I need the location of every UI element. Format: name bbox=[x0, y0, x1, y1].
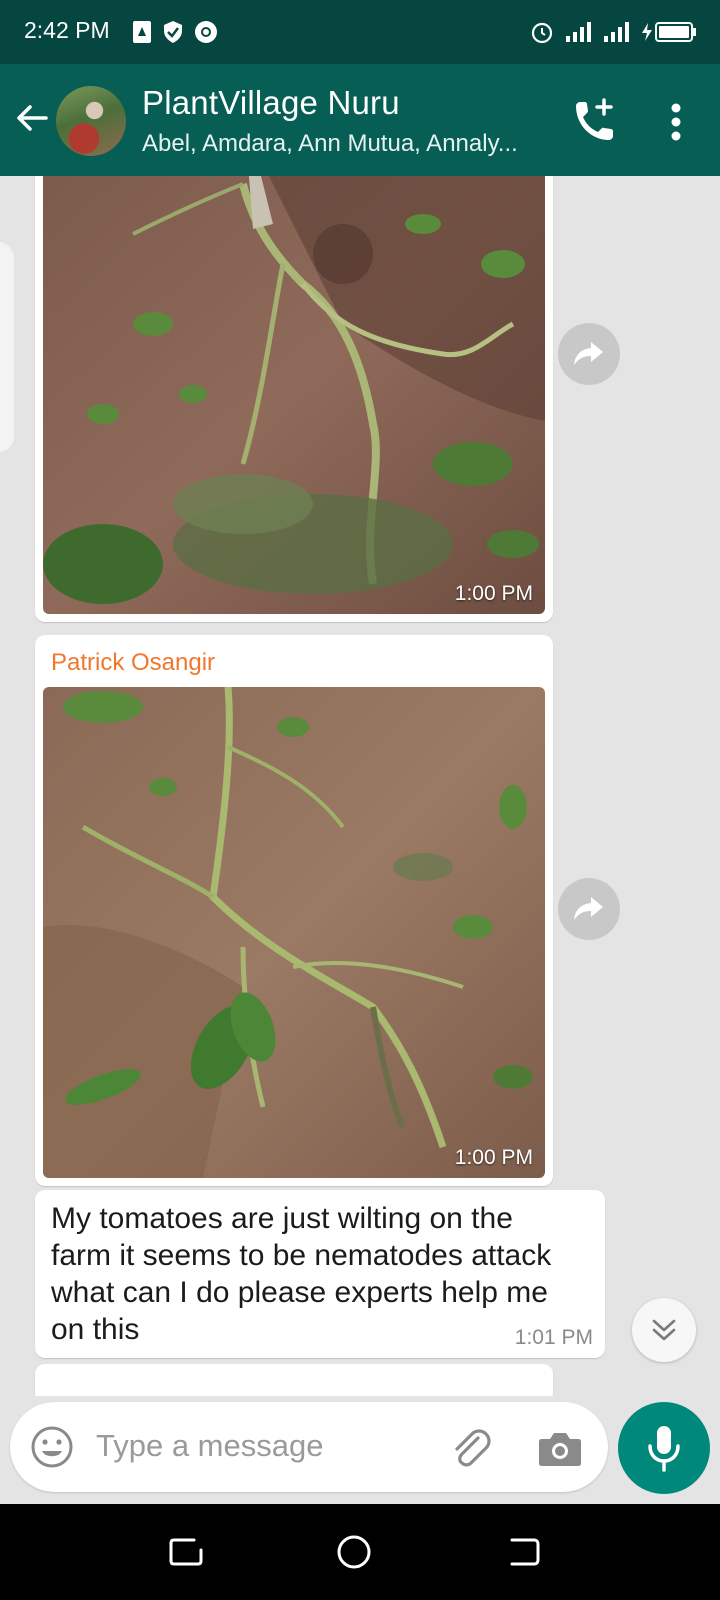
back-nav-icon[interactable] bbox=[504, 1532, 544, 1572]
signal-icon bbox=[566, 22, 591, 42]
message-time: 1:01 PM bbox=[514, 1326, 593, 1349]
message-composer: Type a message bbox=[10, 1402, 608, 1492]
image-message-bubble[interactable]: Patrick Osangir 1:00 PM bbox=[35, 635, 553, 1186]
sender-name: Patrick Osangir bbox=[51, 649, 216, 676]
message-image[interactable]: 1:00 PM bbox=[43, 687, 545, 1178]
voice-record-button[interactable] bbox=[618, 1402, 710, 1494]
system-navigation-bar bbox=[0, 1504, 720, 1600]
status-bar: 2:42 PM bbox=[0, 0, 720, 64]
add-call-icon[interactable] bbox=[568, 96, 618, 146]
drive-icon bbox=[133, 21, 151, 43]
next-message-bubble bbox=[35, 1364, 553, 1396]
back-arrow-icon[interactable] bbox=[14, 100, 50, 136]
double-chevron-down-icon bbox=[652, 1319, 676, 1341]
chat-title[interactable]: PlantVillage Nuru bbox=[142, 84, 400, 122]
home-icon[interactable] bbox=[334, 1532, 374, 1572]
image-message-bubble[interactable]: 1:00 PM bbox=[35, 176, 553, 622]
alarm-icon bbox=[531, 22, 553, 44]
text-message-bubble[interactable]: My tomatoes are just wilting on the farm… bbox=[35, 1190, 605, 1358]
chat-header: PlantVillage Nuru Abel, Amdara, Ann Mutu… bbox=[0, 64, 720, 176]
forward-button[interactable] bbox=[558, 323, 620, 385]
attach-icon[interactable] bbox=[448, 1426, 494, 1472]
message-text: My tomatoes are just wilting on the farm… bbox=[51, 1202, 552, 1346]
side-handle bbox=[0, 242, 14, 452]
mic-icon bbox=[648, 1426, 680, 1472]
message-time: 1:00 PM bbox=[454, 1146, 533, 1169]
chrome-icon bbox=[195, 21, 217, 43]
message-input[interactable]: Type a message bbox=[96, 1428, 323, 1464]
camera-icon[interactable] bbox=[538, 1428, 582, 1468]
signal-icon bbox=[604, 22, 629, 42]
message-time: 1:00 PM bbox=[454, 582, 533, 605]
status-time: 2:42 PM bbox=[24, 17, 110, 43]
forward-icon bbox=[574, 342, 603, 365]
emoji-icon[interactable] bbox=[30, 1425, 74, 1469]
chat-participants[interactable]: Abel, Amdara, Ann Mutua, Annaly... bbox=[142, 130, 518, 158]
message-image[interactable]: 1:00 PM bbox=[43, 176, 545, 614]
scroll-to-bottom-button[interactable] bbox=[632, 1298, 696, 1362]
forward-icon bbox=[574, 897, 603, 920]
shield-icon bbox=[164, 21, 182, 43]
more-vert-icon[interactable] bbox=[662, 100, 690, 144]
recent-apps-icon[interactable] bbox=[166, 1532, 206, 1572]
group-avatar[interactable] bbox=[56, 86, 126, 156]
message-list[interactable]: 1:00 PM Patrick Osangir 1:00 PM My tomat… bbox=[0, 176, 720, 1396]
battery-charging-icon bbox=[642, 22, 696, 42]
forward-button[interactable] bbox=[558, 878, 620, 940]
